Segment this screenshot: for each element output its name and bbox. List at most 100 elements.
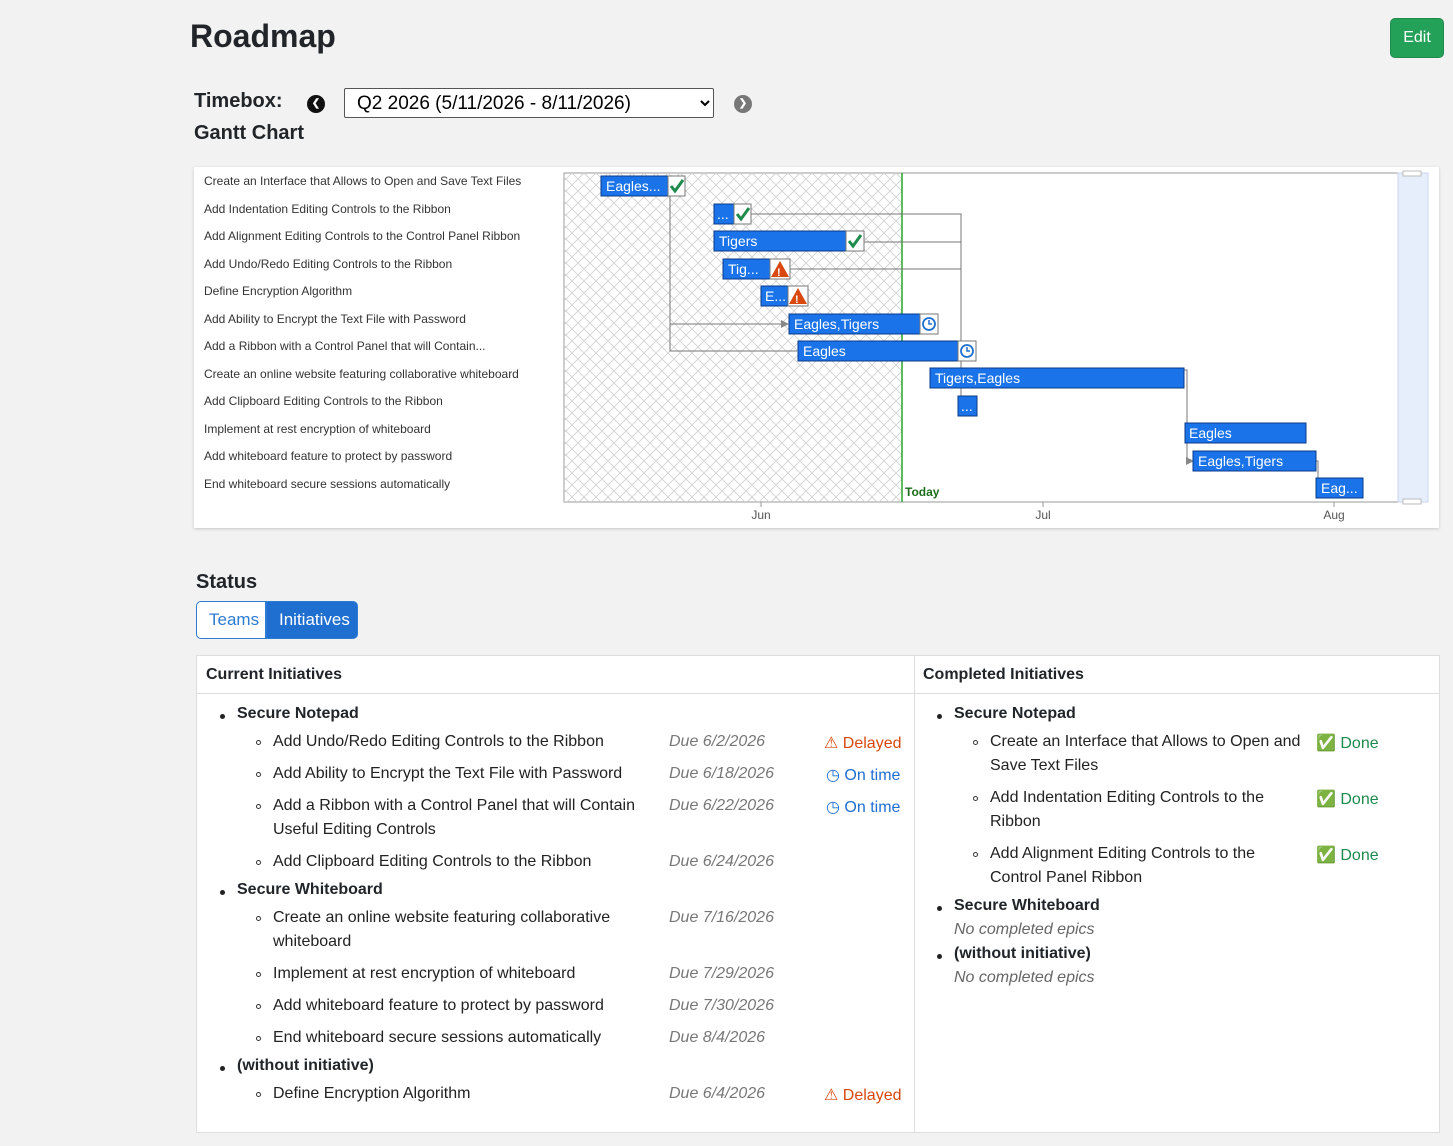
gantt-bar-label: Tigers,Eagles [935,370,1020,386]
warning-icon: ⚠ [824,1087,839,1104]
timebox-select[interactable]: Q2 2026 (5/11/2026 - 8/11/2026) [344,88,714,118]
gantt-bar[interactable]: Eagles,Tigers [1192,450,1317,472]
gantt-chart: Create an Interface that Allows to Open … [194,167,1439,528]
epic-status: ⚠ Delayed [824,735,902,752]
gantt-bar[interactable]: E... ! [760,285,809,307]
svg-text:!: ! [795,294,799,306]
initiative-title: Secure Whiteboard [954,897,1100,914]
edit-button[interactable]: Edit [1390,18,1444,58]
gantt-bar-label: Eagles... [606,178,660,194]
item-bullet [256,972,261,977]
group-bullet [937,906,942,911]
item-bullet [256,1092,261,1097]
epic-due-date: Due 7/29/2026 [669,965,774,982]
epic-due-date: Due 6/22/2026 [669,797,774,814]
epic-title: Add a Ribbon with a Control Panel that w… [273,797,635,814]
checkbox-check-icon: ✅ [1316,791,1336,808]
epic-title-continued: whiteboard [273,933,352,950]
epic-status: ✅ Done [1316,847,1379,864]
current-initiatives-heading: Current Initiatives [197,656,914,694]
timebox-label: Timebox: [194,90,283,112]
gantt-bar[interactable]: ... [957,395,978,417]
epic-title-continued: Useful Editing Controls [273,821,436,838]
epic-title: Add Indentation Editing Controls to the [990,789,1264,806]
completed-initiatives-column: Completed Initiatives Secure Notepad Cre… [914,656,1439,1132]
group-bullet [220,890,225,895]
item-bullet [256,804,261,809]
initiative-title: Secure Notepad [237,705,359,722]
item-bullet [256,1036,261,1041]
epic-status: ✅ Done [1316,735,1379,752]
checkbox-check-icon: ✅ [1316,735,1336,752]
epic-title-continued: Control Panel Ribbon [990,869,1143,886]
gantt-bar-label: Eagles [1189,425,1232,441]
checkbox-check-icon: ✅ [1316,847,1336,864]
clock-icon: ◷ [826,799,840,816]
epic-title: Add Undo/Redo Editing Controls to the Ri… [273,733,604,750]
epic-due-date: Due 6/2/2026 [669,733,766,750]
no-completed-epics: No completed epics [954,969,1095,986]
clock-icon: ◷ [826,767,840,784]
month-label-jul: Jul [1035,508,1050,522]
item-bullet [973,852,978,857]
item-bullet [256,772,261,777]
gantt-scroll-handle-top[interactable] [1402,170,1422,177]
gantt-bar-label: Eagles [803,343,846,359]
gantt-bar[interactable]: Tigers [713,230,865,252]
status-panel: Current Initiatives Secure Notepad Add U… [196,655,1440,1133]
today-label: Today [905,485,940,499]
gantt-bar[interactable]: Eagles [1184,422,1307,444]
epic-due-date: Due 8/4/2026 [669,1029,766,1046]
gantt-scroll-handle-bottom[interactable] [1402,498,1422,505]
initiative-title: (without initiative) [237,1057,374,1074]
item-bullet [256,916,261,921]
initiative-title: Secure Notepad [954,705,1076,722]
gantt-scrollbar[interactable] [1397,172,1429,503]
status-title: Status [196,571,258,593]
gantt-bar[interactable]: Tigers,Eagles [929,367,1185,389]
completed-initiatives-heading: Completed Initiatives [914,656,1439,694]
epic-title: Create an online website featuring colla… [273,909,611,926]
no-completed-epics: No completed epics [954,921,1095,938]
epic-title: Add whiteboard feature to protect by pas… [273,997,604,1014]
initiative-title: Secure Whiteboard [237,881,383,898]
epic-due-date: Due 6/18/2026 [669,765,774,782]
gantt-bar[interactable]: ... [713,203,752,225]
group-bullet [937,714,942,719]
epic-title: Add Ability to Encrypt the Text File wit… [273,765,623,782]
epic-title-continued: Ribbon [990,813,1041,830]
svg-text:!: ! [777,267,781,279]
epic-status: ✅ Done [1316,791,1379,808]
gantt-bar[interactable]: Eagles... [600,175,686,197]
month-label-aug: Aug [1323,508,1344,522]
gantt-bar-label: Eagles,Tigers [794,316,879,332]
gantt-bar-label: Tig... [728,261,759,277]
month-label-jun: Jun [751,508,770,522]
epic-title: Define Encryption Algorithm [273,1085,471,1102]
warning-icon: ⚠ [824,735,839,752]
group-bullet [937,954,942,959]
gantt-bar-label: ... [717,206,729,222]
teams-toggle-button[interactable]: Teams [196,601,266,639]
previous-timebox-icon[interactable]: ❮ [307,95,325,113]
epic-due-date: Due 6/4/2026 [669,1085,766,1102]
page-title: Roadmap [190,18,336,54]
item-bullet [973,740,978,745]
epic-title: Implement at rest encryption of whiteboa… [273,965,576,982]
gantt-bar[interactable]: Tig... ! [722,258,791,280]
gantt-bar-label: Eagles,Tigers [1198,453,1283,469]
item-bullet [256,740,261,745]
gantt-bar-label: ... [961,398,973,414]
gantt-bar[interactable]: Eagles,Tigers [788,313,939,335]
next-timebox-icon[interactable]: ❯ [734,95,752,113]
gantt-timeline: Today Eagles... ... Tigers Tig... ! E...… [563,170,1429,522]
status-view-toggle: Teams Initiatives [196,601,358,639]
gantt-bar[interactable]: Eag... [1315,477,1364,499]
gantt-bar-label: Eag... [1321,480,1358,496]
initiative-title: (without initiative) [954,945,1091,962]
gantt-bar[interactable]: Eagles [797,340,977,362]
initiatives-toggle-button[interactable]: Initiatives [266,601,358,639]
epic-title: Add Alignment Editing Controls to the [990,845,1256,862]
epic-status: ◷ On time [826,799,901,816]
epic-due-date: Due 7/30/2026 [669,997,774,1014]
